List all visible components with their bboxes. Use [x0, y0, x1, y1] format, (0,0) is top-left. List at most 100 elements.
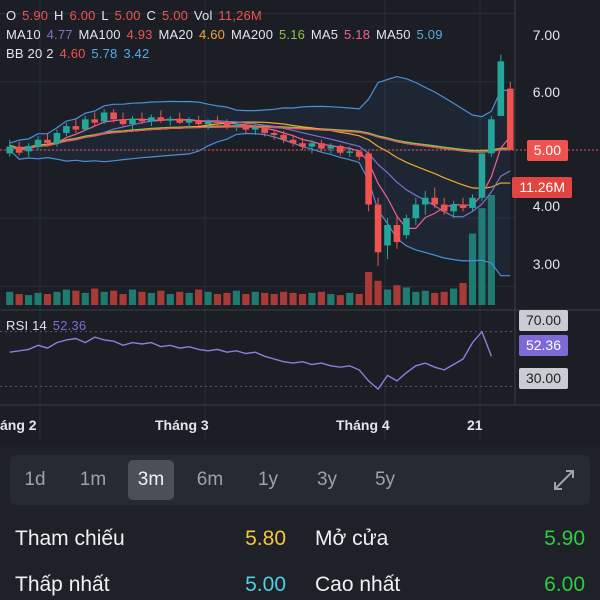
candle-body — [119, 119, 127, 125]
volume-bar — [157, 290, 165, 305]
volume-bar — [72, 290, 80, 305]
volume-bar — [308, 292, 316, 305]
volume-bar — [327, 294, 335, 305]
range-1m-button[interactable]: 1m — [70, 460, 116, 500]
candle-body — [214, 121, 221, 123]
bb-label: BB 20 2 — [6, 46, 54, 61]
fullscreen-expand-icon[interactable] — [552, 468, 576, 492]
candle-body — [289, 139, 297, 144]
candle-body — [157, 117, 165, 121]
candle-body — [412, 204, 420, 219]
candle-body — [63, 126, 70, 133]
open-value: 5.90 — [22, 8, 49, 23]
candle-body — [365, 153, 372, 205]
rsi-upper-tag: 70.00 — [518, 310, 568, 331]
month-label-feb: áng 2 — [0, 417, 37, 433]
volume-bar — [176, 291, 184, 305]
candle-body — [242, 124, 250, 130]
candle-body — [138, 118, 146, 122]
candle-body — [318, 143, 325, 149]
volume-bar — [355, 294, 363, 305]
lowest-label: Thấp nhất — [15, 573, 110, 596]
ma20-value: 4.60 — [199, 27, 226, 42]
open-price-value: 5.90 — [544, 527, 585, 550]
candle-body — [129, 118, 136, 125]
reference-value: 5.80 — [245, 527, 286, 550]
ohlc-legend: O 5.90 H 6.00 L 5.00 C 5.00 Vol 11,26M — [6, 8, 264, 23]
candle-body — [469, 197, 476, 208]
candle-body — [72, 126, 80, 130]
volume-bar — [317, 291, 325, 305]
volume-bar — [336, 295, 344, 305]
candle-body — [280, 135, 287, 140]
candle-body — [270, 132, 278, 135]
candle-body — [185, 120, 193, 123]
volume-bar — [166, 294, 174, 305]
range-5y-button[interactable]: 5y — [362, 460, 408, 500]
current-price-tag: 5.00 — [526, 140, 568, 161]
ma200-label: MA200 — [230, 27, 274, 42]
volume-bar — [280, 291, 288, 305]
volume-bar — [53, 291, 61, 305]
price-axis-6: 6.00 — [532, 84, 560, 100]
volume-bar — [412, 291, 420, 305]
volume-bar — [393, 285, 401, 305]
rsi-lower-tag: 30.00 — [518, 368, 568, 389]
volume-bar — [289, 292, 297, 305]
candle-body — [384, 225, 391, 246]
volume-bar — [128, 289, 137, 305]
rsi-value: 52.36 — [52, 318, 87, 333]
range-6m-button[interactable]: 6m — [187, 460, 233, 500]
candle-body — [299, 143, 306, 147]
highest-label: Cao nhất — [315, 573, 401, 596]
lowest-value: 5.00 — [245, 573, 286, 596]
candle-body — [346, 151, 354, 153]
volume-bar — [402, 287, 410, 305]
month-label-apr: Tháng 4 — [336, 417, 390, 433]
volume-bar — [251, 291, 259, 305]
bb-legend: BB 20 2 4.60 5.78 3.42 — [6, 46, 151, 61]
rsi-line — [9, 330, 493, 391]
candle-body — [459, 204, 467, 208]
candle-body — [506, 88, 514, 150]
candle-body — [166, 118, 174, 121]
candle-body — [25, 145, 32, 152]
volume-bar — [147, 292, 155, 305]
candle-body — [44, 139, 51, 144]
rsi-label: RSI 14 — [6, 318, 47, 333]
ma50-label: MA50 — [375, 27, 411, 42]
candle-body — [204, 121, 212, 125]
volume-bar — [25, 295, 33, 305]
volume-bar — [15, 294, 23, 305]
candle-body — [355, 151, 363, 157]
range-1d-button[interactable]: 1d — [12, 460, 58, 500]
open-price-label: Mở cửa — [315, 527, 389, 550]
volume-bar — [242, 294, 250, 305]
candle-body — [421, 197, 429, 205]
candle-body — [176, 118, 184, 123]
day-label-21: 21 — [467, 417, 483, 433]
price-chart[interactable] — [0, 0, 600, 440]
volume-bar — [62, 289, 70, 305]
ma-legend: MA10 4.77 MA100 4.93 MA20 4.60 MA200 5.1… — [6, 27, 445, 42]
candle-body — [91, 119, 99, 123]
range-1y-button[interactable]: 1y — [245, 460, 291, 500]
range-3m-button[interactable]: 3m — [128, 460, 174, 500]
candle-body — [450, 204, 457, 212]
candle-body — [110, 112, 117, 120]
volume-bar — [34, 292, 42, 305]
candle-body — [34, 139, 42, 147]
bb-lower-value: 3.42 — [123, 46, 150, 61]
candle-body — [374, 204, 382, 253]
chart-area[interactable]: O 5.90 H 6.00 L 5.00 C 5.00 Vol 11,26M M… — [0, 0, 600, 440]
volume-bar — [421, 290, 429, 305]
volume-bar — [298, 294, 307, 305]
volume-bar — [91, 288, 99, 305]
range-3y-button[interactable]: 3y — [304, 460, 350, 500]
range-selector: 1d 1m 3m 6m 1y 3y 5y — [10, 455, 590, 505]
volume-bar — [119, 294, 127, 305]
volume-bar — [213, 294, 222, 305]
open-label: O — [6, 8, 17, 23]
candle-body — [327, 145, 335, 149]
volume-bar — [204, 291, 212, 305]
